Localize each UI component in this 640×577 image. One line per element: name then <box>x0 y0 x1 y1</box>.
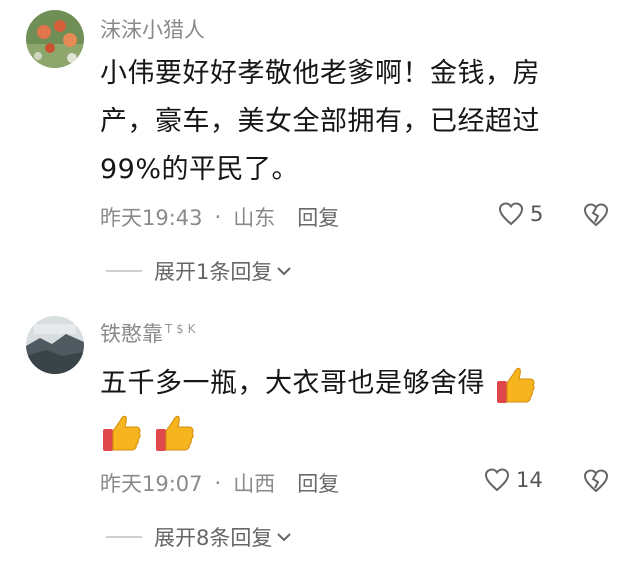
broken-heart-icon <box>583 203 609 227</box>
heart-outline-icon <box>498 202 524 226</box>
expand-replies-label: 展开1条回复 <box>154 260 273 284</box>
like-count: 14 <box>516 468 543 492</box>
comment-meta: 昨天19:43 · 山东 回复 <box>100 202 339 232</box>
emoji-row <box>100 408 620 456</box>
username[interactable]: 沫沫小猎人 <box>100 14 205 44</box>
like-count: 5 <box>530 202 544 226</box>
expand-replies-button[interactable]: 展开8条回复 <box>106 522 292 552</box>
thumbs-up-emoji <box>153 411 197 455</box>
username-tag: T $ K <box>165 322 196 336</box>
comment-item: 沫沫小猎人 小伟要好好孝敬他老爹啊！金钱，房 产，豪车，美女全部拥有，已经超过 … <box>0 0 640 290</box>
chevron-down-icon <box>277 267 292 276</box>
thumbs-up-emoji <box>494 363 538 407</box>
comment-text-line: 产，豪车，美女全部拥有，已经超过 <box>100 106 540 137</box>
username-text: 铁憨靠 <box>100 322 163 346</box>
comment-meta: 昨天19:07 · 山西 回复 <box>100 468 339 498</box>
comment-text-line: 小伟要好好孝敬他老爹啊！金钱，房 <box>100 58 540 89</box>
separator: · <box>214 471 222 495</box>
comment-text-line: 99%的平民了。 <box>100 154 300 185</box>
chevron-down-icon <box>277 533 292 542</box>
comment-location: 山西 <box>233 472 276 496</box>
reply-button[interactable]: 回复 <box>297 468 339 498</box>
comment-time: 昨天19:43 <box>100 206 203 230</box>
avatar[interactable] <box>26 10 84 68</box>
avatar[interactable] <box>26 316 84 374</box>
comment-time: 昨天19:07 <box>100 472 203 496</box>
username[interactable]: 铁憨靠 T $ K <box>100 318 195 348</box>
thumbs-up-emoji <box>100 411 144 455</box>
dislike-button[interactable] <box>583 469 609 497</box>
like-button[interactable]: 5 <box>498 202 543 226</box>
heart-outline-icon <box>484 468 510 492</box>
comment-location: 山东 <box>233 206 276 230</box>
comment-text: 小伟要好好孝敬他老爹啊！金钱，房 产，豪车，美女全部拥有，已经超过 99%的平民… <box>100 50 620 194</box>
separator: · <box>214 205 222 229</box>
expand-replies-button[interactable]: 展开1条回复 <box>106 256 292 286</box>
divider <box>106 270 142 272</box>
broken-heart-icon <box>583 469 609 493</box>
like-button[interactable]: 14 <box>484 468 543 492</box>
dislike-button[interactable] <box>583 203 609 231</box>
expand-replies-label: 展开8条回复 <box>154 526 273 550</box>
comment-item: 铁憨靠 T $ K 五千多一瓶，大衣哥也是够舍得 昨天19:07 · 山西 回复… <box>0 300 640 577</box>
comment-text: 五千多一瓶，大衣哥也是够舍得 <box>100 360 620 456</box>
comment-text-line: 五千多一瓶，大衣哥也是够舍得 <box>100 360 620 408</box>
comment-text-segment: 五千多一瓶，大衣哥也是够舍得 <box>100 368 485 399</box>
reply-button[interactable]: 回复 <box>297 202 339 232</box>
divider <box>106 536 142 538</box>
